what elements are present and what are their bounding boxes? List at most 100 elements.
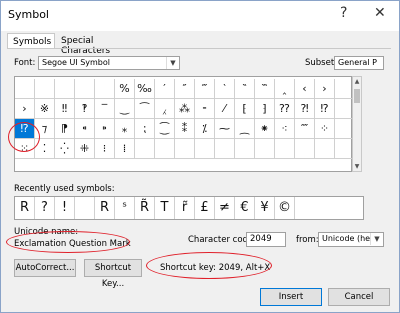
symbol-cell[interactable]: ⁔ — [235, 119, 255, 139]
recent-symbol-cell[interactable]: ˢ — [115, 197, 135, 219]
recent-symbol-cell[interactable]: R̃ — [135, 197, 155, 219]
symbol-cell[interactable] — [95, 79, 115, 99]
scroll-up-icon[interactable]: ▲ — [353, 78, 361, 85]
symbol-cell[interactable]: ⁉ — [315, 99, 335, 119]
symbol-cell[interactable]: ⁐ — [155, 119, 175, 139]
symbol-cell[interactable]: ⁙ — [15, 139, 35, 159]
unicode-name-value: Exclamation Question Mark — [14, 239, 131, 249]
recent-symbol-cell[interactable]: R — [15, 197, 35, 219]
symbol-cell[interactable]: ⁗ — [295, 119, 315, 139]
symbol-cell[interactable]: ⁅ — [235, 99, 255, 119]
scroll-thumb[interactable] — [354, 89, 360, 103]
symbol-cell[interactable]: ⁄ — [215, 99, 235, 119]
symbol-cell[interactable]: ⁖ — [275, 119, 295, 139]
symbol-cell[interactable]: ⁑ — [175, 119, 195, 139]
symbol-cell[interactable]: › — [315, 79, 335, 99]
symbol-cell[interactable]: ‶ — [235, 79, 255, 99]
symbol-grid-scrollbar[interactable]: ▲ ▼ — [352, 76, 362, 172]
symbol-cell[interactable]: ′ — [155, 79, 175, 99]
symbol-cell[interactable]: ⁎ — [115, 119, 135, 139]
symbol-cell[interactable] — [255, 139, 275, 159]
recent-symbol-cell[interactable]: © — [275, 197, 295, 219]
symbol-cell[interactable]: ⁋ — [55, 119, 75, 139]
symbol-cell[interactable] — [55, 79, 75, 99]
symbol-cell[interactable]: ⁆ — [255, 99, 275, 119]
symbol-cell[interactable]: ⁀ — [135, 99, 155, 119]
symbol-cell[interactable]: ⁝ — [95, 139, 115, 159]
symbol-cell[interactable]: ″ — [175, 79, 195, 99]
recent-symbol-cell[interactable]: T — [155, 197, 175, 219]
autocorrect-button[interactable]: AutoCorrect... — [14, 259, 76, 277]
symbol-cell[interactable] — [215, 139, 235, 159]
symbol-cell[interactable]: ‹ — [295, 79, 315, 99]
symbol-cell[interactable] — [35, 79, 55, 99]
symbol-cell[interactable]: ⁛ — [55, 139, 75, 159]
help-button[interactable]: ? — [340, 5, 347, 21]
symbol-cell[interactable] — [195, 139, 215, 159]
dialog-title: Symbol — [8, 8, 49, 21]
symbol-cell[interactable] — [315, 139, 335, 159]
symbol-cell[interactable]: ⁘ — [315, 119, 335, 139]
recent-symbol-cell[interactable] — [75, 197, 95, 219]
symbol-cell[interactable] — [155, 139, 175, 159]
close-button[interactable]: ✕ — [374, 5, 386, 21]
symbol-cell[interactable]: ⁈ — [295, 99, 315, 119]
symbol-cell[interactable] — [135, 139, 155, 159]
symbol-cell[interactable]: ⁏ — [135, 119, 155, 139]
symbol-cell[interactable] — [15, 79, 35, 99]
character-code-input[interactable]: 2049 — [246, 232, 286, 247]
symbol-grid[interactable]: % ‰ ′ ″ ‴ ‵ ‶ ‷ ‸ ‹ › › ※ ‼ ‽ ‾ ‿ ⁀ ⁁ ⁂ ⁃ ⁄ ⁅ ⁆ ⁇ ⁈ ⁉ ⁉ ⁊ ⁋ ⁌ ⁍ ⁎ ⁏ ⁐ ⁑ ⁒ ⁓ ⁔ ⁕… — [14, 76, 355, 172]
symbol-cell[interactable]: ‴ — [195, 79, 215, 99]
recent-symbol-cell[interactable]: ! — [55, 197, 75, 219]
symbol-cell[interactable]: ⁓ — [215, 119, 235, 139]
recent-symbol-cell[interactable]: R — [95, 197, 115, 219]
recent-symbols-row[interactable]: R?! Rˢ R̃ Tr̃ £ ≠ € ¥ © — [14, 196, 364, 220]
symbol-cell[interactable]: ⁁ — [155, 99, 175, 119]
symbol-cell[interactable]: ‵ — [215, 79, 235, 99]
unicode-name-label: Unicode name: — [14, 227, 79, 237]
insert-button[interactable]: Insert — [260, 288, 322, 306]
symbol-cell[interactable]: ⁉ — [15, 119, 35, 139]
symbol-cell[interactable]: ⁒ — [195, 119, 215, 139]
symbol-cell[interactable]: ⁇ — [275, 99, 295, 119]
symbol-cell[interactable] — [295, 139, 315, 159]
from-select[interactable]: Unicode (hex) ▼ — [318, 232, 384, 247]
tab-special-characters[interactable]: Special Characters — [56, 33, 148, 56]
symbol-cell[interactable]: ‽ — [75, 99, 95, 119]
font-label: Font: — [14, 58, 36, 68]
symbol-cell[interactable]: ⁍ — [95, 119, 115, 139]
symbol-cell[interactable]: ‿ — [115, 99, 135, 119]
symbol-cell[interactable]: % — [115, 79, 135, 99]
shortcut-key-button[interactable]: Shortcut Key... — [84, 259, 142, 289]
symbol-cell[interactable]: ‰ — [135, 79, 155, 99]
symbol-cell[interactable]: ⁕ — [255, 119, 275, 139]
symbol-cell[interactable] — [275, 139, 295, 159]
symbol-cell[interactable]: ⁊ — [35, 119, 55, 139]
cancel-button[interactable]: Cancel — [328, 288, 390, 306]
symbol-cell[interactable]: ‼ — [55, 99, 75, 119]
symbol-cell[interactable]: ⁌ — [75, 119, 95, 139]
tab-symbols[interactable]: Symbols — [7, 33, 55, 49]
symbol-cell[interactable]: ⁃ — [195, 99, 215, 119]
subset-select[interactable]: General P — [334, 56, 384, 70]
recent-symbol-cell[interactable]: € — [235, 197, 255, 219]
symbol-cell[interactable]: ⁜ — [75, 139, 95, 159]
symbol-cell[interactable] — [235, 139, 255, 159]
recent-symbol-cell[interactable]: r̃ — [175, 197, 195, 219]
symbol-cell[interactable]: ⁚ — [35, 139, 55, 159]
symbol-cell[interactable]: ‸ — [275, 79, 295, 99]
symbol-cell[interactable]: ※ — [35, 99, 55, 119]
font-select[interactable]: Segoe UI Symbol ▼ — [38, 56, 180, 70]
recent-symbol-cell[interactable]: ¥ — [255, 197, 275, 219]
recent-symbol-cell[interactable]: ≠ — [215, 197, 235, 219]
symbol-cell[interactable]: ⁞ — [115, 139, 135, 159]
recent-symbol-cell[interactable]: ? — [35, 197, 55, 219]
symbol-cell[interactable]: ‷ — [255, 79, 275, 99]
symbol-cell[interactable] — [175, 139, 195, 159]
symbol-cell[interactable]: ⁂ — [175, 99, 195, 119]
recent-symbol-cell[interactable]: £ — [195, 197, 215, 219]
scroll-down-icon[interactable]: ▼ — [353, 163, 361, 170]
symbol-cell[interactable] — [75, 79, 95, 99]
symbol-cell[interactable]: › — [15, 99, 35, 119]
symbol-cell[interactable]: ‾ — [95, 99, 115, 119]
